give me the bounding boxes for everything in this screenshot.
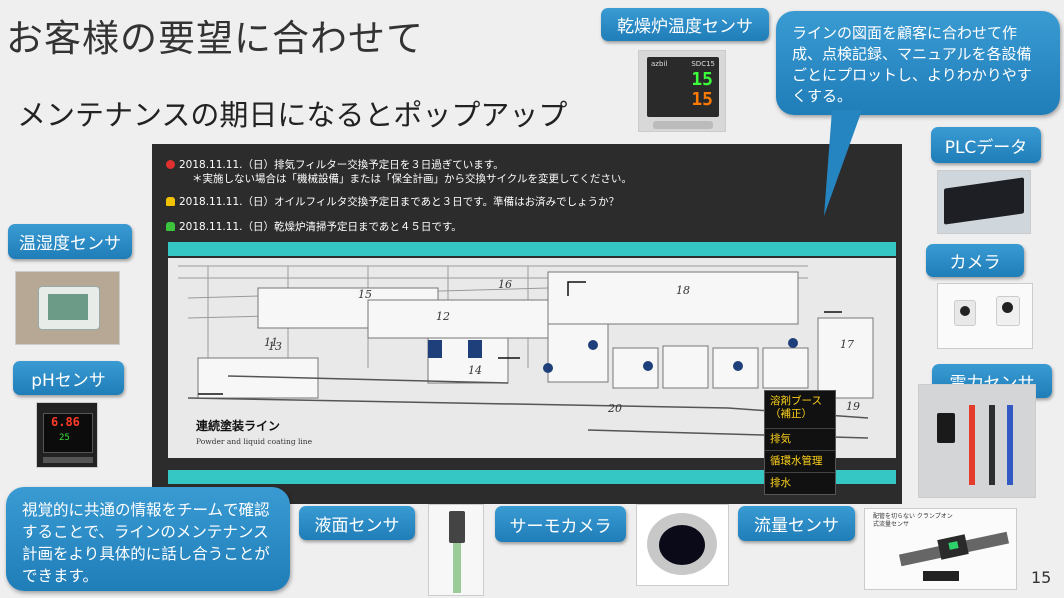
temperature-controller-photo: azbil SDC15 15 15 [638, 50, 726, 132]
humidity-sensor-photo [15, 271, 120, 345]
line-name: 連続塗装ライン [196, 418, 280, 433]
power-sensor-photo [918, 384, 1036, 498]
alert-scheduled[interactable]: 2018.11.11.（日）乾燥炉清掃予定日まであと４５日です。 [166, 220, 462, 234]
alert-overdue[interactable]: 2018.11.11.（日）排気フィルター交換予定日を３日過ぎています。 ＊実施… [166, 158, 632, 186]
ph-subvalue: 25 [59, 433, 70, 443]
flow-sensor-caption: 配管を切らない クランプオン式流量センサ [873, 513, 953, 528]
label-ph-sensor: pHセンサ [13, 361, 124, 395]
area-number: 13 [268, 340, 282, 353]
area-number: 17 [840, 338, 854, 351]
callout-top-tail [824, 110, 862, 216]
area-number: 16 [498, 278, 512, 291]
area-number: 19 [846, 400, 860, 413]
legend-item[interactable]: 排水 [765, 473, 835, 494]
ph-meter-photo: 6.86 25 [36, 402, 98, 468]
line-name-en: Powder and liquid coating line [196, 437, 313, 446]
legend-item[interactable]: 溶剤ブース（補正） [765, 391, 835, 429]
plc-device-photo [937, 170, 1031, 234]
label-level-sensor: 液面センサ [299, 506, 415, 540]
controller-sv: 15 [691, 89, 713, 110]
callout-top: ラインの図面を顧客に合わせて作成、点検記録、マニュアルを各設備ごとにプロットし、… [776, 11, 1060, 115]
ph-value: 6.86 [51, 415, 80, 429]
area-number: 12 [436, 310, 450, 323]
slide-title: お客様の要望に合わせて [6, 17, 424, 60]
green-bell-icon [166, 222, 175, 231]
thermo-camera-photo [636, 504, 729, 586]
label-flow-sensor: 流量センサ [738, 506, 855, 541]
area-number: 18 [676, 284, 690, 297]
teal-bar-top [168, 242, 896, 256]
controller-brand: azbil [651, 60, 668, 68]
alert-upcoming[interactable]: 2018.11.11.（日）オイルフィルタ交換予定日まであと３日です。準備はお済… [166, 195, 619, 209]
legend-item[interactable]: 循環水管理 [765, 451, 835, 473]
slide-subtitle: メンテナンスの期日になるとポップアップ [17, 98, 568, 132]
alert-subtext: ＊実施しない場合は「機械設備」または「保全計画」から交換サイクルを変更してくださ… [192, 173, 632, 185]
controller-pv: 15 [691, 69, 713, 90]
area-number: 20 [607, 402, 622, 415]
alert-text: 2018.11.11.（日）乾燥炉清掃予定日まであと４５日です。 [179, 221, 462, 233]
label-camera: カメラ [926, 244, 1024, 277]
callout-bottom: 視覚的に共通の情報をチームで確認することで、ラインのメンテナンス計画をより具体的… [6, 487, 290, 591]
yellow-bell-icon [166, 197, 175, 206]
page-number: 15 [1031, 568, 1052, 587]
red-circle-icon [166, 160, 175, 169]
controller-model: SDC15 [691, 60, 715, 68]
label-humidity-sensor: 温湿度センサ [8, 224, 132, 259]
legend-item[interactable]: 排気 [765, 429, 835, 451]
alert-text: 2018.11.11.（日）排気フィルター交換予定日を３日過ぎています。 [179, 159, 504, 171]
label-thermo-camera: サーモカメラ [495, 506, 626, 542]
flow-sensor-photo: 配管を切らない クランプオン式流量センサ [864, 508, 1017, 590]
alert-text: 2018.11.11.（日）オイルフィルタ交換予定日まであと３日です。準備はお済… [179, 196, 620, 208]
level-sensor-photo [428, 504, 484, 596]
label-plc-data: PLCデータ [931, 127, 1041, 163]
area-number: 15 [358, 288, 372, 301]
area-number: 14 [468, 364, 482, 377]
camera-photo [937, 283, 1033, 349]
equipment-legend: 溶剤ブース（補正） 排気 循環水管理 排水 [764, 390, 836, 495]
label-drying-temp-sensor: 乾燥炉温度センサ [601, 8, 769, 41]
